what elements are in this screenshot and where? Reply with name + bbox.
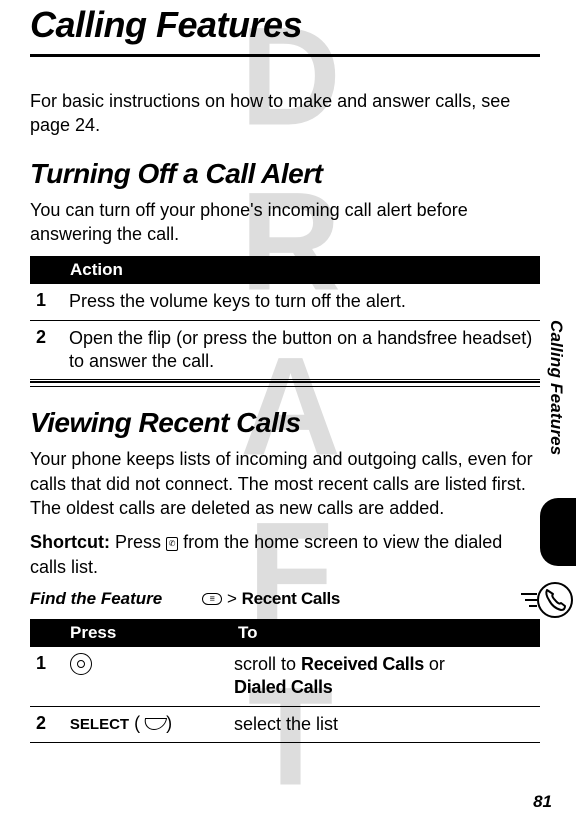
to-cell: scroll to Received Calls or Dialed Calls [230, 647, 540, 706]
section1-text: You can turn off your phone's incoming c… [30, 198, 540, 247]
path-item: Recent Calls [242, 589, 340, 608]
sidebar: Calling Features [540, 280, 576, 760]
table-header-press: Press [30, 619, 230, 647]
shortcut-text-a: Press [115, 532, 161, 552]
navigation-key-icon [70, 653, 92, 675]
menu-key-icon [202, 593, 222, 605]
section-heading-viewing-recent: Viewing Recent Calls [30, 407, 540, 439]
softkey-label: SELECT [70, 716, 129, 733]
send-key-icon: ✆ [166, 537, 178, 551]
page-content: Calling Features For basic instructions … [0, 0, 580, 743]
action-table-header: Action [30, 256, 540, 284]
path-separator: > [227, 589, 237, 608]
step-number: 1 [30, 647, 66, 706]
step-number: 2 [30, 706, 66, 742]
step-number: 2 [30, 320, 65, 381]
step-text: Press the volume keys to turn off the al… [65, 284, 540, 320]
table-row: 1 scroll to Received Calls or Dialed Cal… [30, 647, 540, 706]
title-rule [30, 54, 540, 57]
page-number: 81 [533, 792, 552, 812]
table-row: 2 SELECT () select the list [30, 706, 540, 742]
step-number: 1 [30, 284, 65, 320]
find-the-feature-path: > Recent Calls [202, 589, 340, 609]
menu-item: Dialed Calls [234, 677, 332, 697]
find-the-feature-label: Find the Feature [30, 589, 162, 609]
menu-item: Received Calls [301, 654, 424, 674]
shortcut-label: Shortcut: [30, 532, 110, 552]
section-heading-turning-off: Turning Off a Call Alert [30, 158, 540, 190]
section2-text: Your phone keeps lists of incoming and o… [30, 447, 540, 520]
press-cell: SELECT () [66, 706, 230, 742]
page-title: Calling Features [30, 4, 540, 46]
to-text: scroll to [234, 654, 296, 674]
to-cell: select the list [230, 706, 540, 742]
shortcut-paragraph: Shortcut: Press ✆ from the home screen t… [30, 530, 540, 579]
step-text: Open the flip (or press the button on a … [65, 320, 540, 381]
intro-paragraph: For basic instructions on how to make an… [30, 89, 540, 138]
sidebar-section-label: Calling Features [546, 320, 566, 455]
action-table: Action 1 Press the volume keys to turn o… [30, 256, 540, 382]
press-cell [66, 647, 230, 706]
table-header-to: To [230, 619, 540, 647]
phone-icon [519, 570, 573, 624]
table-row: 1 Press the volume keys to turn off the … [30, 284, 540, 320]
double-rule [30, 382, 540, 387]
sidebar-tab [540, 498, 576, 566]
right-softkey-icon [143, 718, 167, 730]
to-text: or [429, 654, 445, 674]
table-row: 2 Open the flip (or press the button on … [30, 320, 540, 381]
find-the-feature-row: Find the Feature > Recent Calls [30, 589, 540, 609]
press-to-table: Press To 1 scroll to Received Calls or D… [30, 619, 540, 743]
